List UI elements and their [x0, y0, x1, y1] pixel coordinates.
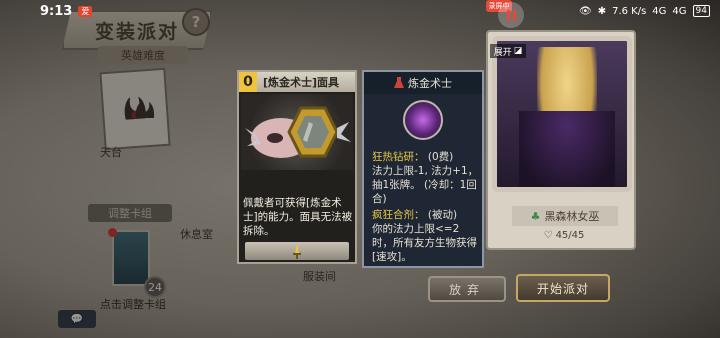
ability-info-card: 炼金术士 狂热钻研： (0费) 法力上限-1, 法力+1，抽1张牌。 (冷却：1… — [362, 70, 484, 268]
skill1-name: 狂热钻研： — [372, 151, 425, 163]
bluetooth-icon: ✱ — [597, 5, 607, 17]
skill2-type: (被动) — [427, 209, 458, 221]
signal-2: 4G — [672, 5, 687, 17]
mask-icon — [245, 106, 351, 158]
status-bar: 9:13 爱 👁 ✱ 7.6 K/s 4G 4G 94 — [0, 0, 720, 22]
battery-level: 94 — [692, 5, 710, 17]
skill1-type: (0费) — [427, 151, 454, 163]
mask-art — [241, 94, 353, 170]
item-card: 0 [炼金术士]面具 佩戴者可获得[炼金术士]的能力。面具无法被拆除。 — [237, 70, 357, 264]
dagger-icon — [293, 243, 301, 259]
heart-icon: ♡ — [543, 229, 553, 241]
character-hp: ♡ 45/45 — [534, 228, 594, 242]
skill1-description: 法力上限-1, 法力+1，抽1张牌。 (冷却：1回合) — [372, 165, 479, 205]
expand-button[interactable]: 展开 ◪ — [490, 44, 526, 58]
alchemist-emblem-icon — [403, 100, 443, 140]
portrait-dress — [519, 111, 615, 187]
item-description: 佩戴者可获得[炼金术士]的能力。面具无法被拆除。 — [243, 197, 353, 237]
skill2-name: 疯狂合剂： — [372, 209, 425, 221]
expand-label: 展开 — [493, 47, 512, 58]
info-header: 炼金术士 — [364, 72, 482, 94]
skill2-description: 你的法力上限<=2时，所有友方生物获得[速攻]。 — [372, 223, 477, 263]
hp-value: 45/45 — [555, 229, 585, 241]
network-speed: 7.6 K/s — [612, 5, 647, 17]
info-body: 狂热钻研： (0费) 法力上限-1, 法力+1，抽1张牌。 (冷却：1回合) 疯… — [372, 150, 480, 264]
expand-icon: ◪ — [513, 46, 523, 56]
flask-icon — [394, 77, 404, 88]
item-footer — [245, 242, 349, 260]
give-up-button[interactable]: 放弃 — [428, 276, 506, 302]
clover-icon: ♣ — [530, 209, 541, 223]
eye-icon: 👁 — [578, 5, 592, 17]
character-portrait[interactable] — [492, 36, 632, 192]
info-title: 炼金术士 — [408, 77, 452, 90]
character-name-plate: ♣ 黑森林女巫 — [512, 206, 618, 226]
item-header: 0 [炼金术士]面具 — [239, 72, 355, 92]
pause-icon — [506, 9, 516, 21]
character-name: 黑森林女巫 — [544, 210, 600, 223]
signal-1: 4G — [652, 5, 667, 17]
item-title: [炼金术士]面具 — [263, 76, 340, 89]
app-badge: 爱 — [78, 5, 93, 17]
status-time: 9:13 — [40, 3, 73, 19]
recording-pause-button[interactable] — [498, 2, 524, 28]
item-cost: 0 — [239, 72, 257, 92]
start-party-button[interactable]: 开始派对 — [516, 274, 610, 302]
